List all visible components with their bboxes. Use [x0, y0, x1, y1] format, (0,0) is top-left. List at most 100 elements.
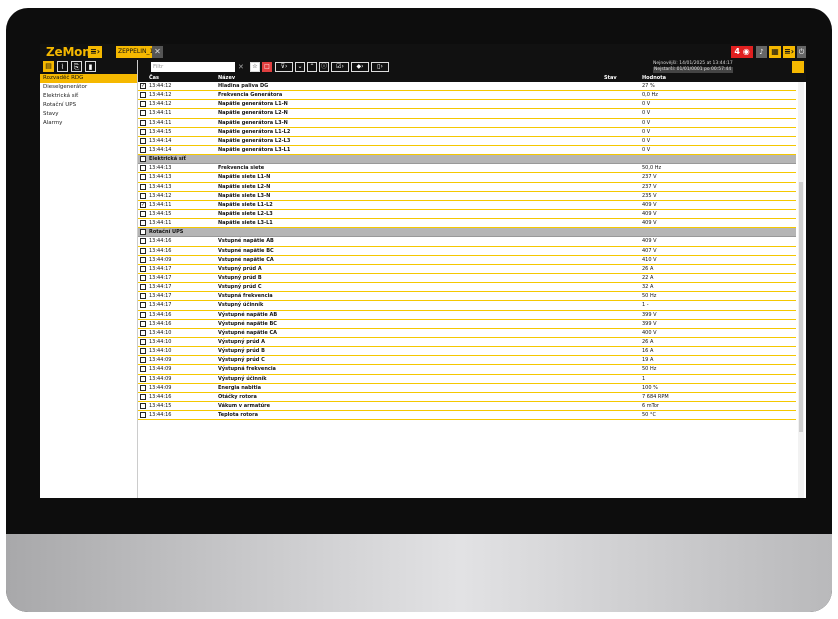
table-row[interactable]: 13:44:09 Výstupný prúd C 19 A: [138, 356, 796, 366]
table-row[interactable]: 13:44:16 Výstupné napätie AB 399 V: [138, 311, 796, 320]
menu-button[interactable]: ≡›: [88, 46, 102, 58]
row-checkbox[interactable]: [140, 119, 146, 126]
table-row[interactable]: 13:44:12 Frekvencia Generátora 0,0 Hz: [138, 91, 796, 101]
row-checkbox[interactable]: [140, 338, 146, 345]
filter-funnel-button[interactable]: ⊽›: [275, 62, 293, 72]
row-checkbox[interactable]: [140, 320, 146, 327]
row-checkbox[interactable]: [140, 174, 146, 181]
table-row[interactable]: 13:44:17 Vstupný prúd A 26 A: [138, 265, 796, 274]
table-row[interactable]: 13:44:16 Výstupné napätie BC 399 V: [138, 320, 796, 329]
row-checkbox[interactable]: [140, 101, 146, 108]
scrollbar[interactable]: [798, 82, 804, 498]
header-name[interactable]: Název: [218, 74, 235, 82]
alarm-count-badge[interactable]: 4 ◉: [731, 46, 753, 58]
row-checkbox[interactable]: [140, 229, 146, 236]
sidebar-item[interactable]: Dieselgenerátor: [40, 83, 137, 92]
row-checkbox[interactable]: [140, 165, 146, 172]
table-row[interactable]: 13:44:10 Výstupný prúd B 16 A: [138, 347, 796, 357]
row-checkbox[interactable]: [140, 357, 146, 364]
row-checkbox[interactable]: [140, 348, 146, 355]
device-icon[interactable]: ▮: [85, 61, 96, 72]
chevron-up-icon[interactable]: ⌃: [307, 62, 317, 72]
header-value[interactable]: Hodnota: [642, 74, 666, 82]
sidebar-item[interactable]: Alarmy: [40, 119, 137, 128]
row-checkbox[interactable]: [140, 210, 146, 217]
list-menu-button[interactable]: ≡›: [783, 46, 795, 58]
row-checkbox[interactable]: [140, 311, 146, 318]
table-row[interactable]: 13:44:16 Vstupné napätie AB 409 V: [138, 237, 796, 247]
table-row[interactable]: 13:44:12 Hladina paliva DG 27 %: [138, 82, 796, 92]
table-row[interactable]: 13:44:12 Napätie siete L3-N 235 V: [138, 192, 796, 201]
table-row[interactable]: 13:44:10 Výstupný prúd A 26 A: [138, 338, 796, 348]
clear-filter-icon[interactable]: ✕: [238, 62, 244, 72]
grid-icon[interactable]: ▤: [43, 61, 54, 72]
row-checkbox[interactable]: [140, 201, 146, 208]
row-checkbox[interactable]: [140, 156, 146, 163]
table-row[interactable]: 13:44:16 Vstupné napätie BC 407 V: [138, 247, 796, 256]
table-row[interactable]: 13:44:15 Napätie generátora L1-L2 0 V: [138, 128, 796, 137]
chart-icon[interactable]: ⌇: [57, 61, 68, 72]
filter-input[interactable]: Filtr: [151, 62, 235, 72]
row-checkbox[interactable]: [140, 146, 146, 153]
row-checkbox[interactable]: [140, 256, 146, 263]
table-row[interactable]: 13:44:16 Teplota rotora 50 °C: [138, 411, 796, 421]
collapse-panel-button[interactable]: [792, 61, 804, 73]
table-row[interactable]: 13:44:12 Napätie generátora L1-N 0 V: [138, 100, 796, 110]
row-checkbox[interactable]: [140, 384, 146, 391]
calendar-icon[interactable]: ▦: [769, 46, 781, 58]
group-row[interactable]: Elektrická síť: [138, 155, 796, 165]
row-checkbox[interactable]: [140, 128, 146, 135]
table-row[interactable]: 13:44:13 Frekvencia siete 50,0 Hz: [138, 164, 796, 174]
info-icon[interactable]: ⓘ: [319, 62, 329, 72]
sidebar-item[interactable]: Elektrická síť: [40, 92, 137, 101]
table-row[interactable]: 13:44:11 Napätie siete L1-L2 409 V: [138, 201, 796, 210]
row-checkbox[interactable]: [140, 393, 146, 400]
table-row[interactable]: 13:44:13 Napätie siete L2-N 237 V: [138, 183, 796, 192]
sidebar-item[interactable]: Rotační UPS: [40, 101, 137, 110]
device-menu-button[interactable]: ▯›: [371, 62, 389, 72]
group-row[interactable]: Rotační UPS: [138, 228, 796, 238]
chevron-down-icon[interactable]: ⌄: [295, 62, 305, 72]
row-checkbox[interactable]: [140, 412, 146, 419]
table-row[interactable]: 13:44:15 Vákum v armatúre 6 mTor: [138, 402, 796, 412]
row-checkbox[interactable]: [140, 329, 146, 336]
table-row[interactable]: 13:44:14 Napätie generátora L3-L1 0 V: [138, 146, 796, 156]
table-row[interactable]: 13:44:09 Energia nabitia 100 %: [138, 384, 796, 393]
row-checkbox[interactable]: [140, 92, 146, 99]
table-row[interactable]: 13:44:11 Napätie generátora L3-N 0 V: [138, 119, 796, 128]
stop-icon[interactable]: □: [262, 62, 272, 72]
table-row[interactable]: 13:44:17 Vstupná frekvencia 50 Hz: [138, 292, 796, 302]
table-row[interactable]: 13:44:14 Napätie generátora L2-L3 0 V: [138, 137, 796, 146]
table-row[interactable]: 13:44:09 Výstupný účinník 1: [138, 375, 796, 384]
sidebar-item[interactable]: Rozvaděč RDG: [40, 74, 137, 83]
row-checkbox[interactable]: [140, 265, 146, 272]
sidebar-item[interactable]: Stavy: [40, 110, 137, 119]
row-checkbox[interactable]: [140, 402, 146, 409]
table-row[interactable]: 13:44:11 Napätie siete L3-L1 409 V: [138, 219, 796, 229]
row-checkbox[interactable]: [140, 192, 146, 199]
table-row[interactable]: 13:44:16 Otáčky rotora 7 684 RPM: [138, 393, 796, 402]
table-row[interactable]: 13:44:11 Napätie generátora L2-N 0 V: [138, 109, 796, 119]
table-row[interactable]: 13:44:09 Vstupné napätie CA 410 V: [138, 256, 796, 265]
row-checkbox[interactable]: [140, 366, 146, 373]
bell-icon[interactable]: ♪: [756, 46, 767, 58]
row-checkbox[interactable]: [140, 238, 146, 245]
close-tab-icon[interactable]: ✕: [152, 46, 163, 58]
table-row[interactable]: 13:44:15 Napätie siete L2-L3 409 V: [138, 210, 796, 220]
table-row[interactable]: 13:44:17 Vstupný účinník 1 -: [138, 301, 796, 311]
table-row[interactable]: 13:44:17 Vstupný prúd C 32 A: [138, 283, 796, 293]
export-icon[interactable]: ⎘: [71, 61, 82, 72]
row-checkbox[interactable]: [140, 302, 146, 309]
checkbox-menu-button[interactable]: ☑›: [331, 62, 349, 72]
table-row[interactable]: 13:44:13 Napätie siete L1-N 237 V: [138, 173, 796, 183]
tab-zeppelin[interactable]: ZEPPELIN_1: [116, 46, 156, 58]
row-checkbox[interactable]: [140, 220, 146, 227]
table-row[interactable]: 13:44:10 Výstupné napätie CA 400 V: [138, 329, 796, 338]
tag-menu-button[interactable]: ◆›: [351, 62, 369, 72]
row-checkbox[interactable]: [140, 274, 146, 281]
star-icon[interactable]: ☆: [250, 62, 260, 72]
row-checkbox[interactable]: [140, 137, 146, 144]
power-icon[interactable]: ⏻: [797, 46, 806, 58]
row-checkbox[interactable]: [140, 183, 146, 190]
table-row[interactable]: 13:44:17 Vstupný prúd B 22 A: [138, 274, 796, 284]
